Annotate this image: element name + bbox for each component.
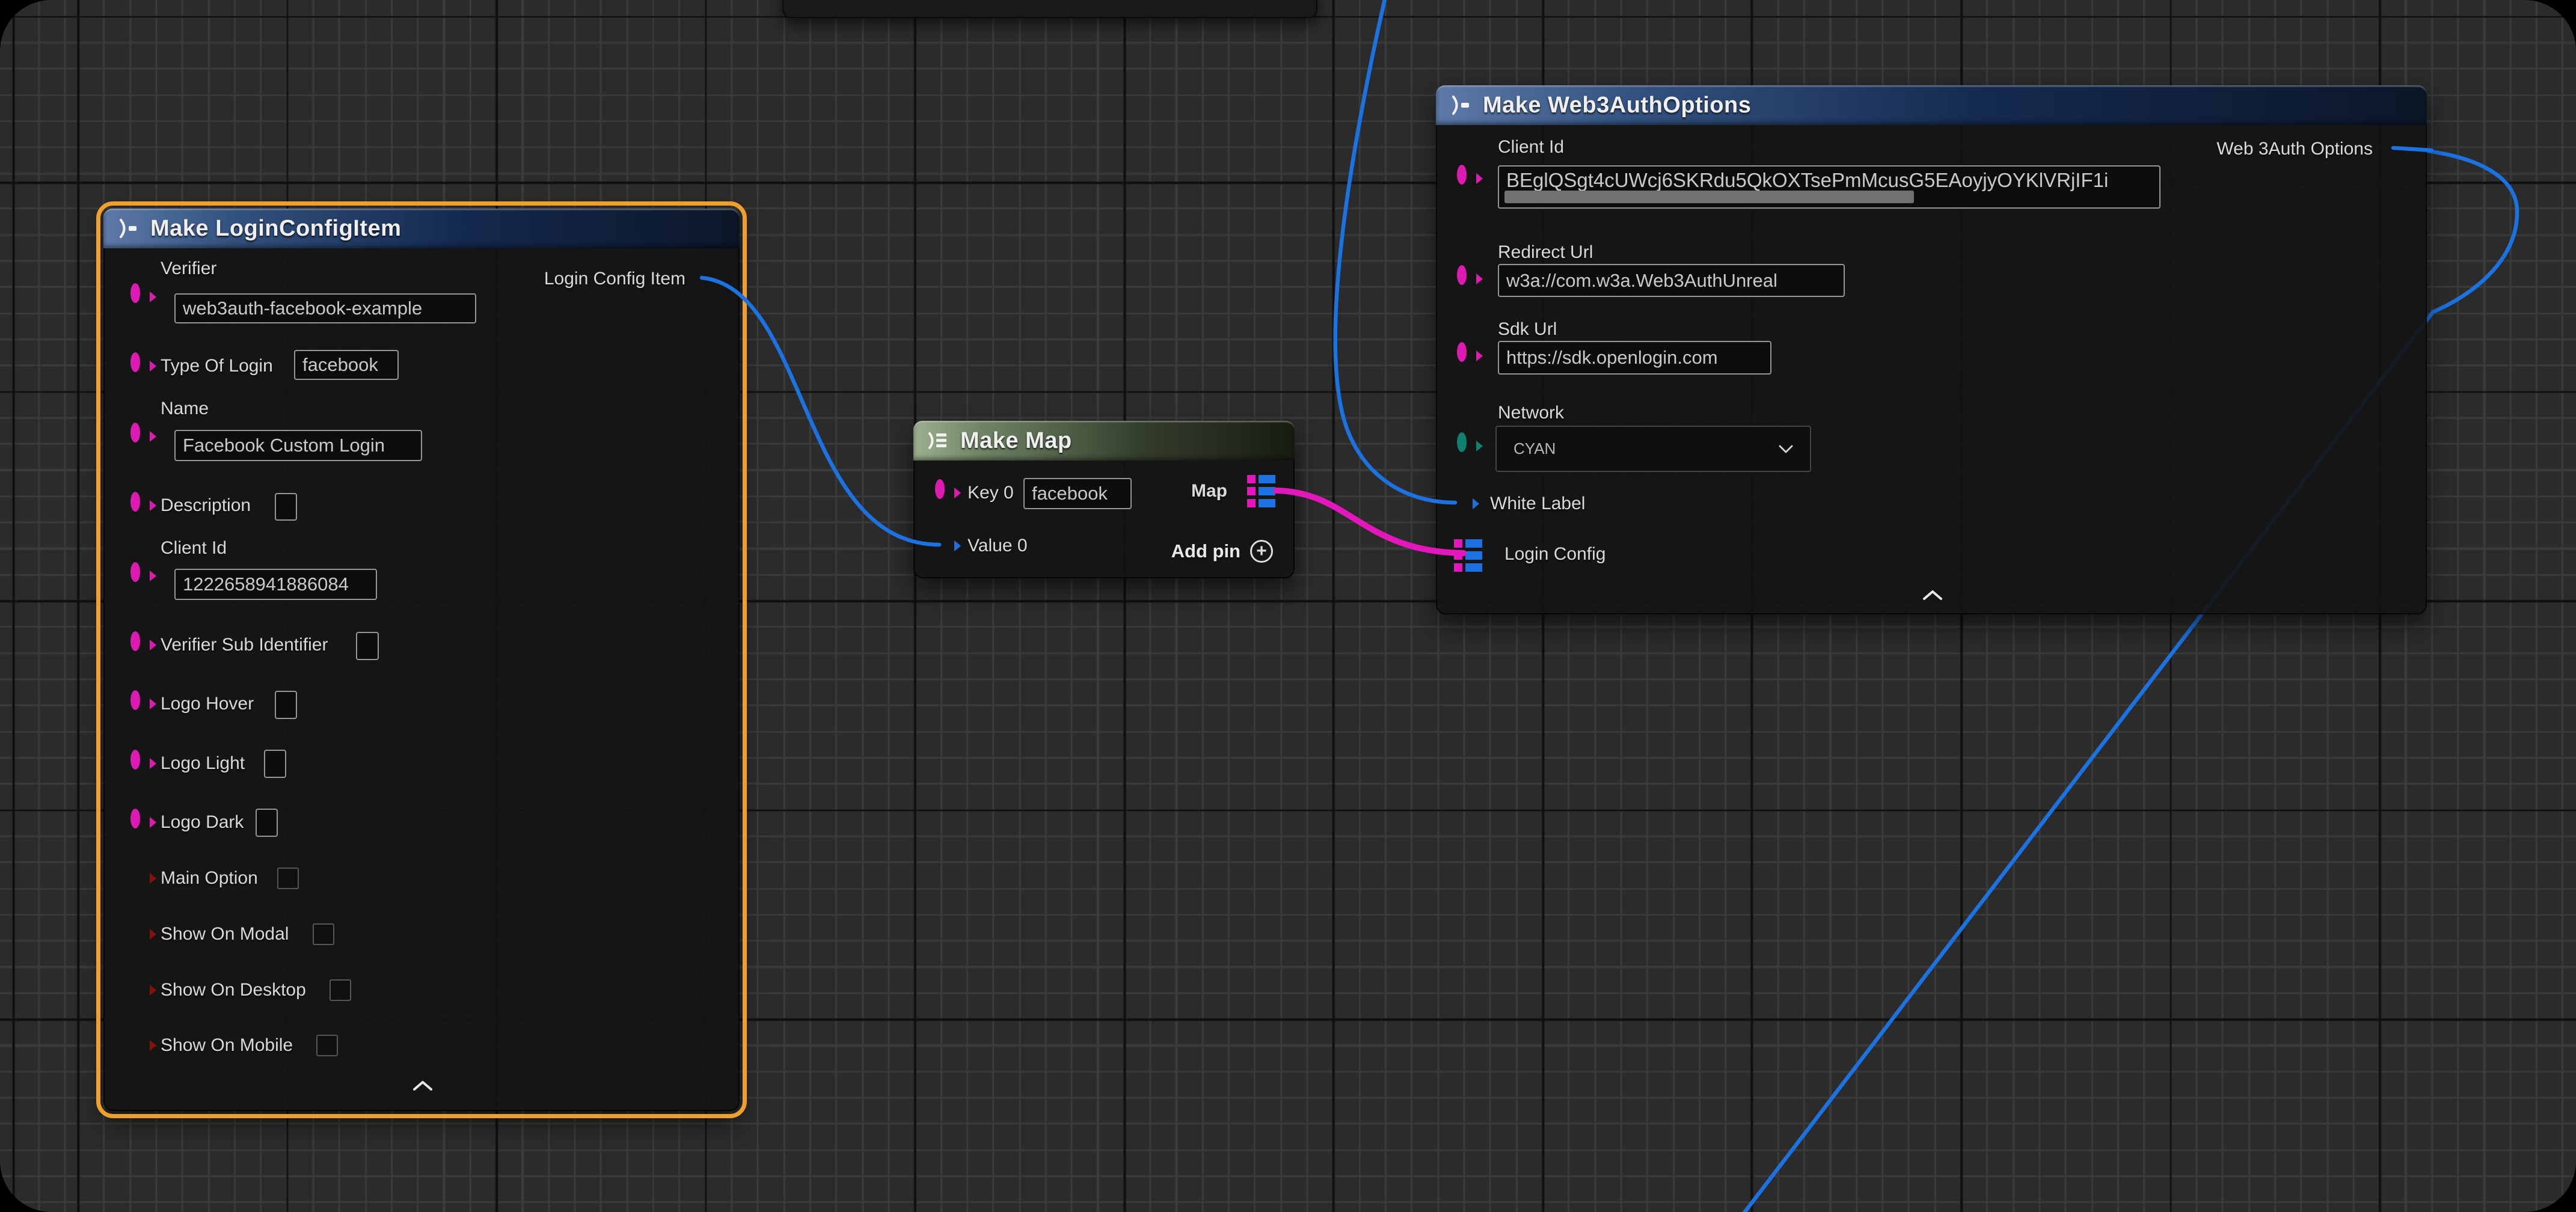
node-header[interactable]: Make LoginConfigItem xyxy=(103,209,740,248)
output-row-web3auth-options: Web 3Auth Options xyxy=(2216,139,2402,159)
input-pin-show-on-mobile[interactable] xyxy=(130,1036,149,1054)
network-selected-value: CYAN xyxy=(1513,439,1556,458)
node-header[interactable]: Make Map xyxy=(913,421,1295,461)
input-pin-show-on-desktop[interactable] xyxy=(130,981,149,999)
node-title: Make Map xyxy=(960,428,1072,454)
make-struct-icon xyxy=(1448,93,1472,117)
field-label-name: Name xyxy=(161,399,209,419)
input-pin-sdk-url[interactable] xyxy=(1457,347,1475,365)
pin-label-value-0: Value 0 xyxy=(968,536,1028,556)
logo-light-input[interactable] xyxy=(264,750,286,778)
field-label-client-id: Client Id xyxy=(161,538,227,559)
input-pin-verifier-sub-identifier[interactable] xyxy=(130,636,149,654)
node-header[interactable]: Make Web3AuthOptions xyxy=(1436,85,2427,125)
output-pin-label: Web 3Auth Options xyxy=(2216,139,2373,159)
pin-label-description: Description xyxy=(161,495,251,516)
pin-label-show-on-mobile: Show On Mobile xyxy=(161,1035,293,1056)
logo-dark-input[interactable] xyxy=(256,809,278,837)
input-pin-network[interactable] xyxy=(1457,437,1475,455)
input-pin-show-on-modal[interactable] xyxy=(130,925,149,943)
input-pin-client-id[interactable] xyxy=(130,567,149,585)
input-pin-name[interactable] xyxy=(130,427,149,445)
input-pin-key-0[interactable] xyxy=(935,484,953,502)
make-struct-icon xyxy=(115,216,140,240)
node-make-map[interactable]: Make Map Key 0 facebook Map Value 0 Add … xyxy=(913,421,1295,578)
pin-label-show-on-modal: Show On Modal xyxy=(161,924,289,944)
output-pin-label: Login Config Item xyxy=(544,269,685,289)
pin-label-logo-light: Logo Light xyxy=(161,753,245,774)
pin-label-key-0: Key 0 xyxy=(968,483,1014,503)
network-dropdown[interactable]: CYAN xyxy=(1495,426,1811,472)
circle-plus-icon: + xyxy=(1250,540,1273,563)
client-id-scrollbar[interactable] xyxy=(1504,191,1914,203)
description-input[interactable] xyxy=(275,493,297,521)
name-input[interactable]: Facebook Custom Login xyxy=(174,430,422,461)
output-pin-web3auth-options[interactable] xyxy=(2384,140,2402,158)
input-pin-value-0[interactable] xyxy=(935,537,953,555)
node-title: Make LoginConfigItem xyxy=(150,216,401,242)
node-title: Make Web3AuthOptions xyxy=(1483,93,1751,118)
key-0-input[interactable]: facebook xyxy=(1023,478,1132,509)
pin-label-type-of-login: Type Of Login xyxy=(161,356,273,376)
field-label-sdk-url: Sdk Url xyxy=(1498,319,1557,340)
input-pin-verifier[interactable] xyxy=(130,288,149,306)
collapse-chevron-icon[interactable] xyxy=(412,1080,433,1091)
client-id-text: BEglQSgt4cUWcj6SKRdu5QkOXTsePmMcusG5EAoy… xyxy=(1506,169,2108,192)
input-pin-white-label[interactable] xyxy=(1453,495,1471,513)
pin-label-white-label: White Label xyxy=(1490,494,1585,514)
output-row-login-config-item: Login Config Item xyxy=(544,269,714,289)
sdk-url-input[interactable]: https://sdk.openlogin.com xyxy=(1498,341,1771,375)
input-pin-logo-light[interactable] xyxy=(130,754,149,773)
show-on-modal-checkbox[interactable] xyxy=(313,923,334,945)
pin-label-show-on-desktop: Show On Desktop xyxy=(161,980,306,1000)
output-pin-label-map: Map xyxy=(1191,481,1227,501)
pin-label-login-config: Login Config xyxy=(1504,544,1605,565)
main-option-checkbox[interactable] xyxy=(277,868,299,889)
collapse-chevron-icon[interactable] xyxy=(1922,590,1943,601)
blueprint-graph-canvas[interactable]: Make LoginConfigItem Login Config Item V… xyxy=(0,0,2576,1212)
client-id-input[interactable]: BEglQSgt4cUWcj6SKRdu5QkOXTsePmMcusG5EAoy… xyxy=(1498,165,2160,209)
show-on-mobile-checkbox[interactable] xyxy=(316,1035,338,1056)
redirect-url-input[interactable]: w3a://com.w3a.Web3AuthUnreal xyxy=(1498,264,1845,297)
input-pin-type-of-login[interactable] xyxy=(130,357,149,375)
pin-label-logo-hover: Logo Hover xyxy=(161,694,254,714)
field-label-network: Network xyxy=(1498,403,1564,423)
input-pin-description[interactable] xyxy=(130,497,149,515)
output-pin-login-config-item[interactable] xyxy=(696,270,714,288)
chevron-down-icon xyxy=(1779,445,1793,453)
show-on-desktop-checkbox[interactable] xyxy=(330,979,351,1001)
input-pin-client-id[interactable] xyxy=(1457,170,1475,188)
client-id-input[interactable]: 1222658941886084 xyxy=(174,569,377,600)
pin-label-main-option: Main Option xyxy=(161,868,258,889)
input-pin-main-option[interactable] xyxy=(130,869,149,887)
pin-label-logo-dark: Logo Dark xyxy=(161,812,244,833)
offscreen-node-bottom-edge[interactable] xyxy=(782,0,1317,18)
output-pin-map[interactable] xyxy=(1247,475,1275,507)
input-pin-login-config[interactable] xyxy=(1454,539,1482,572)
make-map-icon xyxy=(925,429,949,453)
input-pin-logo-dark[interactable] xyxy=(130,813,149,831)
field-label-verifier: Verifier xyxy=(161,259,216,279)
logo-hover-input[interactable] xyxy=(275,691,297,719)
input-pin-logo-hover[interactable] xyxy=(130,695,149,713)
node-make-login-config-item[interactable]: Make LoginConfigItem Login Config Item V… xyxy=(103,209,740,1111)
type-of-login-input[interactable]: facebook xyxy=(294,350,399,380)
verifier-sub-identifier-input[interactable] xyxy=(356,632,379,660)
field-label-client-id: Client Id xyxy=(1498,137,1564,158)
input-pin-redirect-url[interactable] xyxy=(1457,270,1475,288)
add-pin-button[interactable]: Add pin + xyxy=(1171,540,1273,563)
node-make-web3auth-options[interactable]: Make Web3AuthOptions Web 3Auth Options C… xyxy=(1436,85,2427,614)
field-label-redirect-url: Redirect Url xyxy=(1498,242,1593,263)
add-pin-label: Add pin xyxy=(1171,540,1240,562)
pin-label-verifier-sub-identifier: Verifier Sub Identifier xyxy=(161,635,328,655)
verifier-input[interactable]: web3auth-facebook-example xyxy=(174,293,476,323)
